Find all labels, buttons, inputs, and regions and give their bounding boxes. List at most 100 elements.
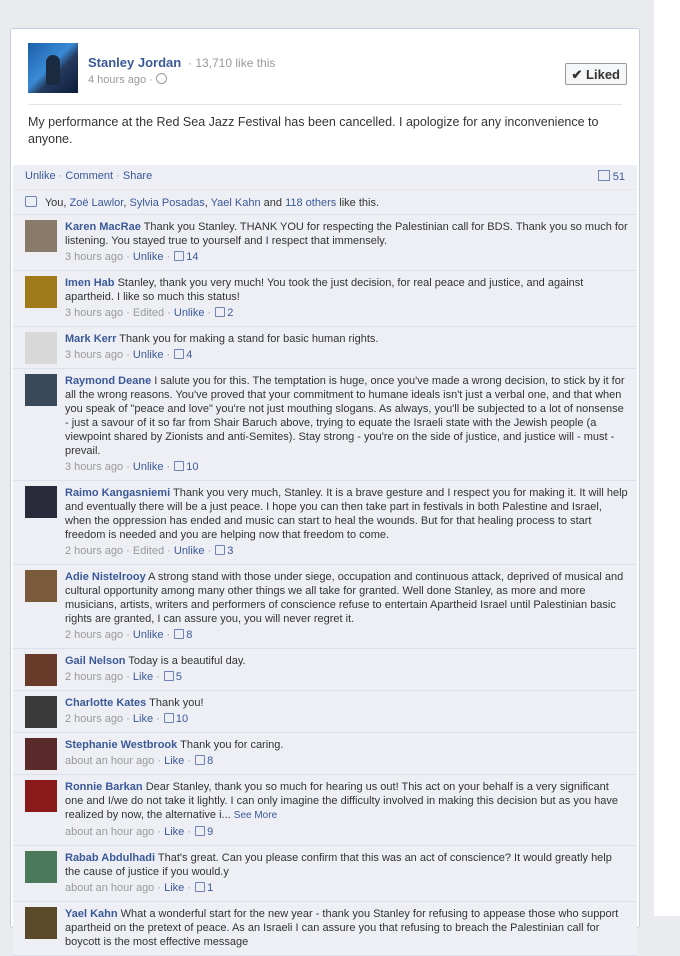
commenter-avatar[interactable] (25, 276, 57, 308)
comment-body: Rabab Abdulhadi That's great. Can you pl… (65, 851, 629, 879)
comment-author-link[interactable]: Yael Kahn (65, 908, 118, 920)
page-background: Stanley Jordan · 13,710 like this 4 hour… (0, 0, 680, 956)
liked-button[interactable]: ✔ Liked (564, 63, 627, 85)
comment-meta: 2 hours ago · Like · 10 (65, 713, 189, 725)
comment-time[interactable]: 2 hours ago (65, 671, 123, 683)
likers-suffix: like this. (339, 197, 380, 209)
page-like-count: · 13,710 like this (188, 56, 276, 70)
liker-link[interactable]: Zoë Lawlor (70, 197, 124, 209)
commenter-avatar[interactable] (25, 780, 57, 812)
comment-author-link[interactable]: Ronnie Barkan (65, 781, 143, 793)
comment-author-link[interactable]: Rabab Abdulhadi (65, 852, 155, 864)
comment-like-number: 9 (207, 826, 214, 838)
comment-count-value: 51 (612, 171, 625, 183)
comment-meta: 3 hours ago · Unlike · 10 (65, 461, 199, 473)
comment-bubble-icon (597, 170, 610, 181)
comment-time[interactable]: 2 hours ago (65, 713, 123, 725)
comment-author-link[interactable]: Stephanie Westbrook (65, 739, 177, 751)
comment-like-count[interactable]: 1 (194, 882, 213, 894)
comment-like-toggle[interactable]: Unlike (133, 251, 164, 263)
comment-like-count[interactable]: 9 (194, 826, 213, 838)
thumbs-up-icon (215, 545, 226, 555)
comment-like-toggle[interactable]: Like (133, 671, 153, 683)
commenter-avatar[interactable] (25, 654, 57, 686)
comment-like-count[interactable]: 14 (173, 251, 199, 263)
comment-author-link[interactable]: Raimo Kangasniemi (65, 487, 170, 499)
share-link[interactable]: Share (123, 170, 152, 182)
comment-like-toggle[interactable]: Like (133, 713, 153, 725)
see-more-link[interactable]: See More (234, 810, 277, 821)
likers-others-link[interactable]: 118 others (285, 197, 336, 209)
comment-author-link[interactable]: Raymond Deane (65, 375, 151, 387)
comment-time[interactable]: 3 hours ago (65, 461, 123, 473)
comment-like-toggle[interactable]: Like (164, 755, 184, 767)
thumbs-up-icon (195, 755, 206, 765)
page-name-link[interactable]: Stanley Jordan (88, 55, 181, 70)
comment-like-number: 10 (186, 461, 199, 473)
comment-like-toggle[interactable]: Like (164, 826, 184, 838)
commenter-avatar[interactable] (25, 570, 57, 602)
comment-like-count[interactable]: 10 (173, 461, 199, 473)
comment-like-count[interactable]: 10 (163, 713, 188, 725)
comment-like-toggle[interactable]: Unlike (174, 307, 205, 319)
comment-item: Adie Nistelrooy A strong stand with thos… (13, 565, 637, 649)
comment-count-link[interactable]: 51 (597, 170, 625, 183)
comment-author-link[interactable]: Charlotte Kates (65, 697, 146, 709)
comment-author-link[interactable]: Karen MacRae (65, 221, 141, 233)
liker-link[interactable]: Sylvia Posadas (129, 197, 204, 209)
unlike-link[interactable]: Unlike (25, 170, 56, 182)
comment-item: Stephanie Westbrook Thank you for caring… (13, 733, 637, 775)
comment-time[interactable]: about an hour ago (65, 882, 154, 894)
comment-like-toggle[interactable]: Unlike (133, 629, 164, 641)
thumbs-up-icon (163, 671, 174, 681)
thumbs-up-icon (174, 629, 185, 639)
comment-like-count[interactable]: 2 (214, 307, 233, 319)
comment-time[interactable]: 3 hours ago (65, 307, 123, 319)
comment-author-link[interactable]: Mark Kerr (65, 333, 116, 345)
comment-edited: Edited (132, 307, 165, 319)
comment-author-link[interactable]: Gail Nelson (65, 655, 126, 667)
avatar-figure (46, 55, 60, 85)
comment-like-count[interactable]: 3 (214, 545, 233, 557)
commenter-avatar[interactable] (25, 332, 57, 364)
comment-like-toggle[interactable]: Unlike (133, 349, 164, 361)
comment-body: Raimo Kangasniemi Thank you very much, S… (65, 486, 629, 542)
page-avatar[interactable] (28, 43, 78, 93)
comment-item: Karen MacRae Thank you Stanley. THANK YO… (13, 215, 637, 271)
commenter-avatar[interactable] (25, 907, 57, 939)
commenter-avatar[interactable] (25, 220, 57, 252)
comment-meta: 3 hours ago · Unlike · 14 (65, 251, 199, 263)
comment-like-number: 4 (186, 349, 193, 361)
comment-time[interactable]: 2 hours ago (65, 545, 123, 557)
post-card: Stanley Jordan · 13,710 like this 4 hour… (10, 28, 640, 956)
comment-like-toggle[interactable]: Like (164, 882, 184, 894)
comment-like-toggle[interactable]: Unlike (174, 545, 205, 557)
comment-author-link[interactable]: Adie Nistelrooy (65, 571, 146, 583)
comment-time[interactable]: 2 hours ago (65, 629, 123, 641)
comment-like-count[interactable]: 5 (163, 671, 182, 683)
comment-author-link[interactable]: Imen Hab (65, 277, 115, 289)
comment-link[interactable]: Comment (65, 170, 113, 182)
comment-like-count[interactable]: 4 (173, 349, 192, 361)
comment-like-count[interactable]: 8 (194, 755, 213, 767)
commenter-avatar[interactable] (25, 374, 57, 406)
comment-time[interactable]: 3 hours ago (65, 251, 123, 263)
comment-like-count[interactable]: 8 (173, 629, 192, 641)
commenter-avatar[interactable] (25, 738, 57, 770)
comment-meta: 3 hours ago · Unlike · 4 (65, 349, 193, 361)
commenter-avatar[interactable] (25, 851, 57, 883)
likers-bar: You, Zoë Lawlor, Sylvia Posadas, Yael Ka… (13, 190, 637, 215)
comment-time[interactable]: 3 hours ago (65, 349, 123, 361)
comment-like-toggle[interactable]: Unlike (133, 461, 164, 473)
comment-body: Stephanie Westbrook Thank you for caring… (65, 738, 629, 752)
comment-time[interactable]: about an hour ago (65, 826, 154, 838)
commenter-avatar[interactable] (25, 486, 57, 518)
comment-item: Ronnie Barkan Dear Stanley, thank you so… (13, 775, 637, 846)
post-header: Stanley Jordan · 13,710 like this 4 hour… (28, 43, 628, 103)
comment-time[interactable]: about an hour ago (65, 755, 154, 767)
comment-meta: 2 hours ago · Like · 5 (65, 671, 182, 683)
post-time[interactable]: 4 hours ago · (88, 74, 153, 86)
commenter-avatar[interactable] (25, 696, 57, 728)
comment-item: Raimo Kangasniemi Thank you very much, S… (13, 481, 637, 565)
liker-link[interactable]: Yael Kahn (211, 197, 261, 209)
